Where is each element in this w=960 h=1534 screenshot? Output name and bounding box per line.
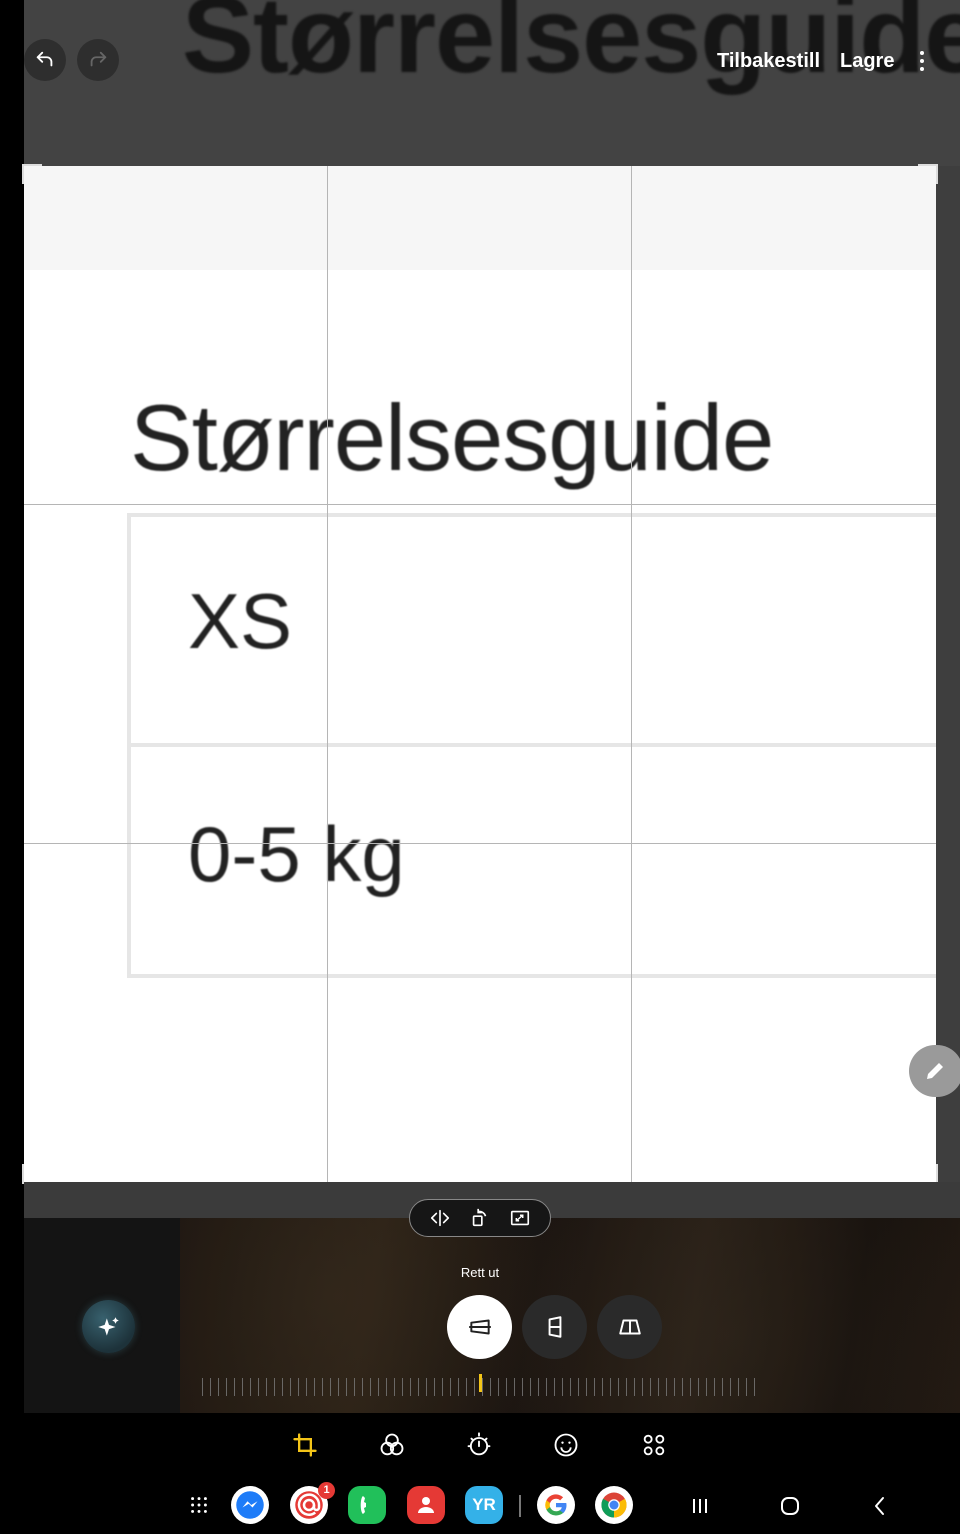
decorate-tool-button[interactable] [551, 1430, 581, 1460]
document-title: Størrelsesguide [130, 385, 774, 490]
background-image-title: Størrelsesguide [182, 0, 960, 95]
aspect-ratio-icon[interactable] [509, 1207, 531, 1229]
crop-handle-top-left[interactable] [22, 164, 42, 184]
sticker-icon [554, 1433, 578, 1457]
crop-grid-line [24, 843, 936, 844]
chrome-app-icon[interactable] [595, 1486, 633, 1524]
messenger-logo-icon [236, 1491, 264, 1519]
reset-button[interactable]: Tilbakestill [717, 50, 820, 73]
crop-tool-button[interactable] [290, 1430, 320, 1460]
phone-icon [360, 1496, 366, 1514]
dock-separator [519, 1495, 521, 1517]
more-tools-icon [643, 1434, 665, 1456]
person-icon [418, 1497, 434, 1513]
crop-grid-line [24, 504, 936, 505]
back-icon [875, 1497, 884, 1515]
apps-dots-icon [191, 1497, 207, 1513]
more-tools-button[interactable] [639, 1430, 669, 1460]
right-edge [936, 166, 960, 1182]
crop-handle-bottom-left[interactable] [22, 1164, 42, 1184]
rotation-dial-indicator [479, 1374, 482, 1392]
crop-grid-line [631, 166, 632, 1182]
google-app-icon[interactable] [537, 1486, 575, 1524]
chrome-logo-icon [601, 1492, 627, 1518]
horizontal-perspective-button[interactable] [597, 1295, 662, 1359]
rotate-icon[interactable] [469, 1207, 491, 1229]
straighten-icon [468, 1319, 491, 1335]
mode-label: Rett ut [460, 1265, 500, 1280]
back-button[interactable] [866, 1492, 894, 1520]
pencil-icon [927, 1063, 943, 1079]
top-bar: Størrelsesguide [24, 0, 960, 166]
redo-button[interactable] [77, 39, 119, 81]
table-cell-weight: 0-5 kg [188, 810, 405, 898]
more-options-icon[interactable] [910, 46, 934, 76]
ai-suggest-button[interactable] [82, 1300, 135, 1353]
messenger-app-icon[interactable] [231, 1486, 269, 1524]
home-icon [781, 1497, 799, 1515]
yr-weather-app-icon[interactable]: YR [465, 1486, 503, 1524]
sparkle-icon [97, 1316, 119, 1336]
filters-icon [380, 1433, 404, 1456]
left-edge [0, 0, 24, 1534]
home-button[interactable] [776, 1492, 804, 1520]
table-cell-size: XS [188, 577, 293, 665]
adjust-tool-button[interactable] [464, 1430, 494, 1460]
filter-tool-button[interactable] [377, 1430, 407, 1460]
brightness-icon [467, 1432, 491, 1456]
flip-icon[interactable] [429, 1207, 451, 1229]
vertical-perspective-button[interactable] [522, 1295, 587, 1359]
straighten-mode-button[interactable] [447, 1295, 512, 1359]
apps-grid-icon[interactable] [180, 1486, 218, 1524]
notification-badge: 1 [318, 1482, 335, 1499]
crop-handle-top-right[interactable] [918, 164, 938, 184]
crop-grid-line [327, 166, 328, 1182]
document-header-band [24, 166, 936, 270]
contacts-app-icon[interactable] [407, 1486, 445, 1524]
crop-icon [293, 1433, 317, 1457]
recents-icon [693, 1499, 707, 1513]
phone-app-icon[interactable] [348, 1486, 386, 1524]
redo-icon [90, 51, 107, 67]
crop-canvas[interactable]: Størrelsesguide XS 0-5 kg [24, 166, 936, 1182]
horizontal-perspective-icon [618, 1319, 641, 1335]
table-divider [131, 743, 936, 747]
rotation-dial[interactable] [202, 1378, 762, 1396]
undo-icon [36, 51, 53, 67]
google-logo-icon [545, 1494, 567, 1516]
crop-handle-bottom-right[interactable] [918, 1164, 938, 1184]
transform-controls [409, 1199, 551, 1237]
vertical-perspective-icon [548, 1316, 561, 1338]
save-button[interactable]: Lagre [840, 50, 894, 73]
edit-pencil-button[interactable] [909, 1045, 960, 1097]
undo-button[interactable] [24, 39, 66, 81]
recents-button[interactable] [686, 1492, 714, 1520]
